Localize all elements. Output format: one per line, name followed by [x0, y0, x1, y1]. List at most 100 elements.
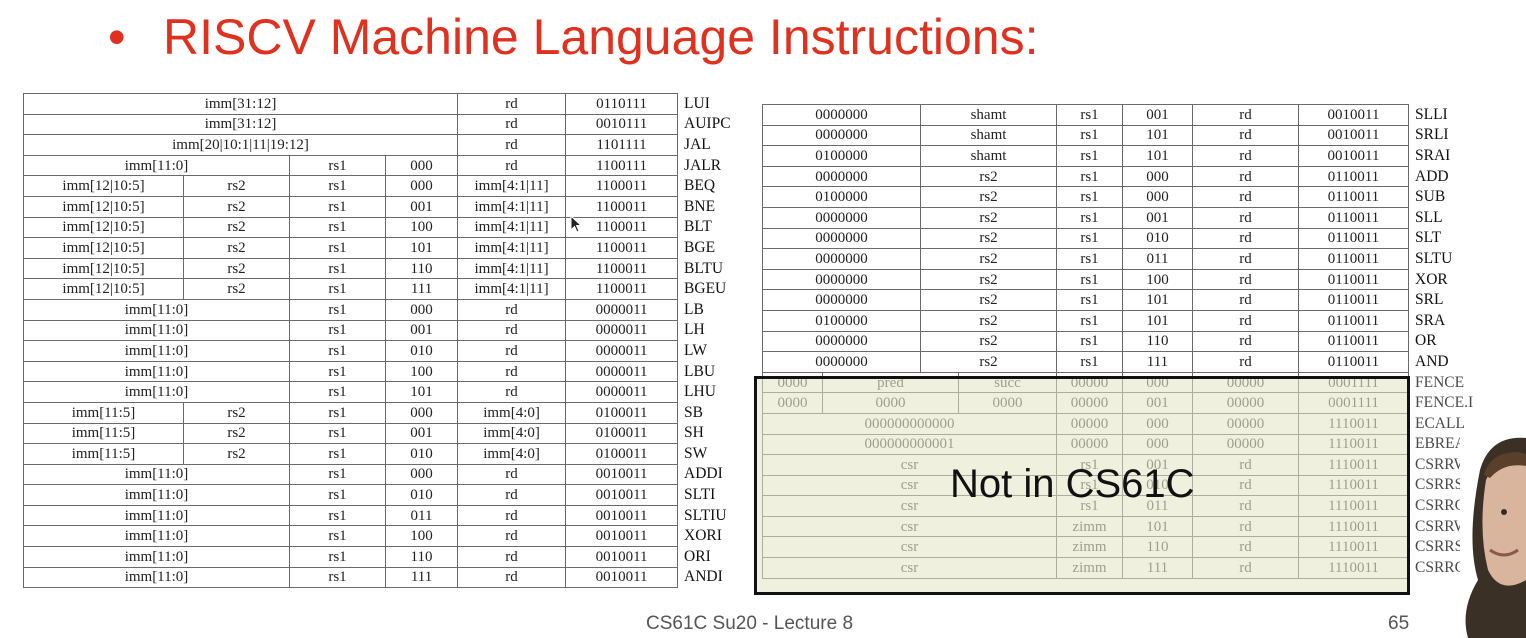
mnemonic-label: LB: [684, 300, 704, 318]
field-cell: imm[31:12]: [22, 93, 459, 115]
instruction-row-beq: imm[12|10:5] rs2 rs1 000 imm[4:1|11] 1100011 B…: [23, 175, 746, 197]
field-cell: shamt: [920, 124, 1057, 147]
mnemonic-label: LBU: [684, 362, 716, 380]
field-cell: imm[12|10:5]: [23, 257, 184, 280]
field-cell: rs2: [183, 422, 290, 445]
field-cell: 0000011: [565, 340, 679, 362]
field-cell: imm[11:0]: [23, 484, 290, 506]
instruction-row-lhu: imm[11:0] rs1 101rd 0000011 LHU: [23, 381, 746, 403]
field-cell: 0000011: [565, 381, 679, 403]
instruction-row-lw: imm[11:0] rs1 010rd 0000011 LW: [23, 340, 746, 362]
field-cell: rd: [457, 93, 567, 115]
mnemonic-label: SLT: [1415, 229, 1442, 247]
field-cell: 000: [384, 175, 459, 197]
field-cell: rs1: [1056, 351, 1123, 373]
mnemonic-label: SH: [684, 424, 704, 442]
title-bullet: •: [108, 9, 126, 65]
mnemonic-label: SB: [684, 403, 704, 421]
field-cell: imm[11:5]: [23, 422, 184, 445]
field-cell: 101: [1122, 289, 1193, 311]
field-cell: rs1: [1056, 186, 1123, 208]
field-cell: shamt: [920, 145, 1057, 167]
mouse-pointer-icon: [570, 215, 583, 233]
field-cell: rs1: [289, 340, 386, 362]
field-cell: imm[12|10:5]: [23, 216, 184, 239]
field-cell: 0000011: [565, 319, 679, 342]
field-cell: imm[11:0]: [23, 463, 290, 486]
field-cell: rs2: [920, 309, 1057, 332]
mnemonic-label: AUIPC: [684, 115, 731, 133]
field-cell: 0000011: [565, 298, 679, 321]
field-cell: rs1: [1056, 145, 1123, 167]
field-cell: 0110011: [1298, 227, 1409, 250]
mnemonic-label: XORI: [684, 527, 722, 545]
field-cell: 1100011: [565, 237, 679, 259]
field-cell: rs1: [289, 319, 386, 342]
field-cell: 0110011: [1298, 351, 1409, 373]
field-cell: rs2: [183, 216, 290, 239]
field-cell: rs1: [289, 566, 386, 589]
field-cell: imm[11:0]: [23, 381, 290, 403]
field-cell: 001: [384, 319, 459, 342]
field-cell: imm[12|10:5]: [23, 237, 184, 259]
field-cell: imm[4:0]: [457, 422, 567, 445]
mnemonic-label: FENCE.I: [1415, 394, 1474, 412]
field-cell: rd: [1192, 227, 1299, 250]
field-cell: rs2: [920, 186, 1057, 208]
field-cell: rd: [457, 319, 567, 342]
field-cell: imm[11:0]: [23, 340, 290, 362]
field-cell: 0010011: [1298, 145, 1409, 167]
instruction-row-sra: 0100000 rs2 rs1 101rd 0110011 SRA: [762, 309, 1505, 332]
field-cell: 0010111: [565, 113, 679, 136]
field-cell: 0010011: [565, 546, 679, 568]
field-cell: imm[4:1|11]: [457, 175, 567, 197]
field-cell: rd: [1192, 289, 1299, 311]
field-cell: imm[11:0]: [23, 546, 290, 568]
instruction-row-lui: imm[31:12] rd 0110111 LUI: [22, 93, 746, 115]
field-cell: rs1: [289, 360, 386, 383]
mnemonic-label: BNE: [684, 197, 716, 215]
field-cell: 111: [1122, 351, 1193, 373]
field-cell: imm[11:5]: [23, 443, 184, 465]
field-cell: 001: [384, 195, 459, 218]
field-cell: 010: [384, 443, 459, 465]
field-cell: 0010011: [565, 463, 679, 486]
field-cell: 101: [384, 237, 459, 259]
field-cell: 0010011: [565, 484, 679, 506]
mnemonic-label: BGEU: [684, 280, 727, 298]
field-cell: 0000000: [762, 289, 921, 311]
mnemonic-label: ADD: [1415, 167, 1449, 185]
field-cell: rs1: [289, 401, 386, 424]
field-cell: rs2: [920, 351, 1057, 373]
mnemonic-label: SLTI: [684, 486, 716, 504]
instruction-row-lh: imm[11:0] rs1 001rd 0000011 LH: [23, 319, 746, 342]
field-cell: imm[12|10:5]: [23, 278, 184, 300]
mnemonic-label: SUB: [1415, 188, 1446, 206]
instruction-row-jalr: imm[11:0] rs1 000rd 1100111 JALR: [23, 154, 746, 177]
field-cell: rs1: [289, 443, 386, 465]
instruction-row-andi: imm[11:0] rs1 111rd 0010011 ANDI: [23, 566, 746, 589]
field-cell: 101: [1122, 145, 1193, 167]
field-cell: imm[11:0]: [23, 566, 290, 589]
field-cell: rd: [457, 504, 567, 527]
instruction-row-ori: imm[11:0] rs1 110rd 0010011 ORI: [23, 546, 746, 568]
field-cell: imm[11:5]: [23, 401, 184, 424]
field-cell: 101: [384, 381, 459, 403]
field-cell: imm[11:0]: [23, 504, 290, 527]
presenter-video-thumbnail: [1460, 430, 1526, 638]
field-cell: rd: [1192, 351, 1299, 373]
mnemonic-label: SRA: [1415, 311, 1446, 329]
mnemonic-label: SRLI: [1415, 126, 1449, 144]
field-cell: 0000000: [762, 351, 921, 373]
field-cell: imm[11:0]: [23, 154, 290, 177]
mnemonic-label: BGE: [684, 238, 716, 256]
instruction-row-slli: 0000000 shamt rs1 001rd 0010011 SLLI: [762, 104, 1505, 126]
instruction-row-sll: 0000000 rs2 rs1 001rd 0110011 SLL: [762, 206, 1505, 229]
instruction-row-srl: 0000000 rs2 rs1 101rd 0110011 SRL: [762, 289, 1505, 311]
field-cell: 0110011: [1298, 289, 1409, 311]
field-cell: rs1: [289, 195, 386, 218]
field-cell: rs2: [183, 443, 290, 465]
instruction-row-srai: 0100000 shamt rs1 101rd 0010011 SRAI: [762, 145, 1505, 167]
field-cell: 000: [384, 463, 459, 486]
mnemonic-label: LW: [684, 341, 707, 359]
